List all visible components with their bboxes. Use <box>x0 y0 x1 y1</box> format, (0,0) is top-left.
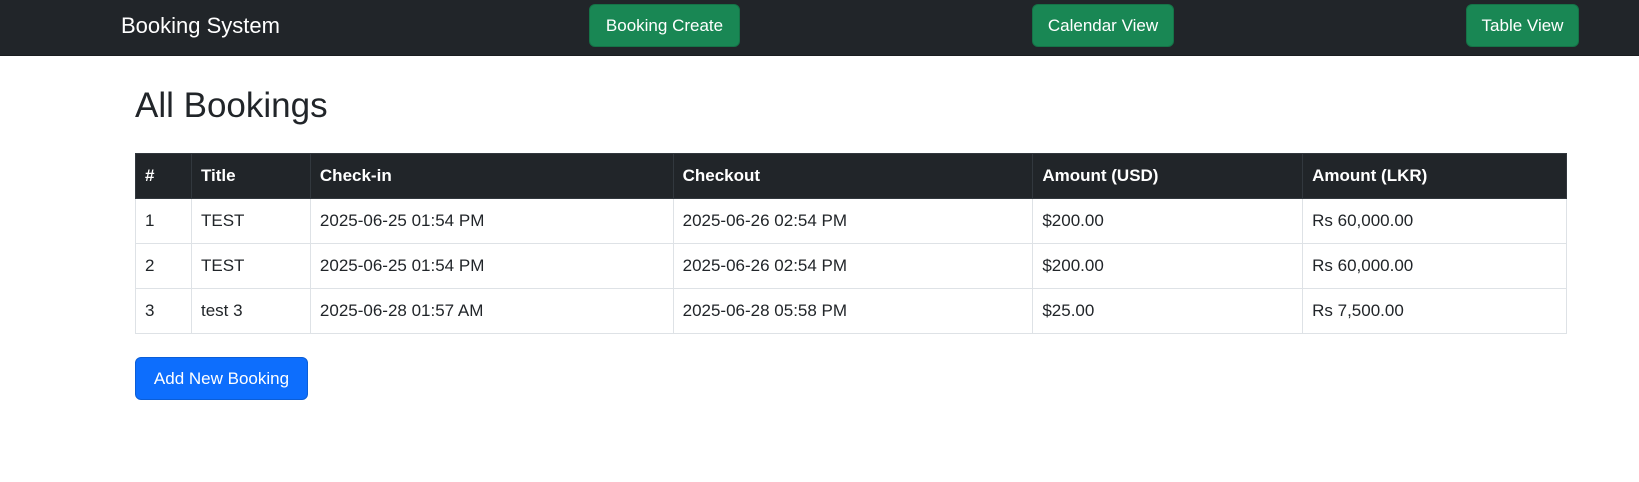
cell-check-in: 2025-06-25 01:54 PM <box>309 243 674 289</box>
table-row: 1 TEST 2025-06-25 01:54 PM 2025-06-26 02… <box>135 198 1567 244</box>
column-header-title: Title <box>190 153 311 199</box>
column-header-number: # <box>135 153 192 199</box>
column-header-check-in: Check-in <box>309 153 674 199</box>
cell-number: 2 <box>135 243 192 289</box>
table-body: 1 TEST 2025-06-25 01:54 PM 2025-06-26 02… <box>135 198 1567 334</box>
column-header-amount-usd: Amount (USD) <box>1032 153 1304 199</box>
bookings-table: # Title Check-in Checkout Amount (USD) A… <box>135 153 1567 334</box>
column-header-amount-lkr: Amount (LKR) <box>1302 153 1567 199</box>
table-header: # Title Check-in Checkout Amount (USD) A… <box>135 153 1567 199</box>
cell-check-in: 2025-06-25 01:54 PM <box>309 198 674 244</box>
cell-amount-lkr: Rs 60,000.00 <box>1302 198 1567 244</box>
cell-title: TEST <box>190 198 311 244</box>
page-title: All Bookings <box>135 86 328 125</box>
cell-checkout: 2025-06-26 02:54 PM <box>672 198 1034 244</box>
table-row: 2 TEST 2025-06-25 01:54 PM 2025-06-26 02… <box>135 243 1567 289</box>
cell-amount-lkr: Rs 60,000.00 <box>1302 243 1567 289</box>
table-header-row: # Title Check-in Checkout Amount (USD) A… <box>135 153 1567 199</box>
table-view-button[interactable]: Table View <box>1466 4 1579 47</box>
navbar-brand[interactable]: Booking System <box>121 12 280 40</box>
cell-amount-usd: $25.00 <box>1032 288 1304 334</box>
add-new-booking-button[interactable]: Add New Booking <box>135 357 308 400</box>
calendar-view-button[interactable]: Calendar View <box>1032 4 1174 47</box>
table-row: 3 test 3 2025-06-28 01:57 AM 2025-06-28 … <box>135 288 1567 334</box>
cell-checkout: 2025-06-26 02:54 PM <box>672 243 1034 289</box>
cell-amount-lkr: Rs 7,500.00 <box>1302 288 1567 334</box>
column-header-checkout: Checkout <box>672 153 1034 199</box>
navbar: Booking System Booking Create Calendar V… <box>0 0 1639 56</box>
cell-amount-usd: $200.00 <box>1032 243 1304 289</box>
cell-title: test 3 <box>190 288 311 334</box>
booking-create-button[interactable]: Booking Create <box>589 4 740 47</box>
cell-title: TEST <box>190 243 311 289</box>
cell-number: 1 <box>135 198 192 244</box>
cell-number: 3 <box>135 288 192 334</box>
cell-check-in: 2025-06-28 01:57 AM <box>309 288 674 334</box>
cell-amount-usd: $200.00 <box>1032 198 1304 244</box>
cell-checkout: 2025-06-28 05:58 PM <box>672 288 1034 334</box>
